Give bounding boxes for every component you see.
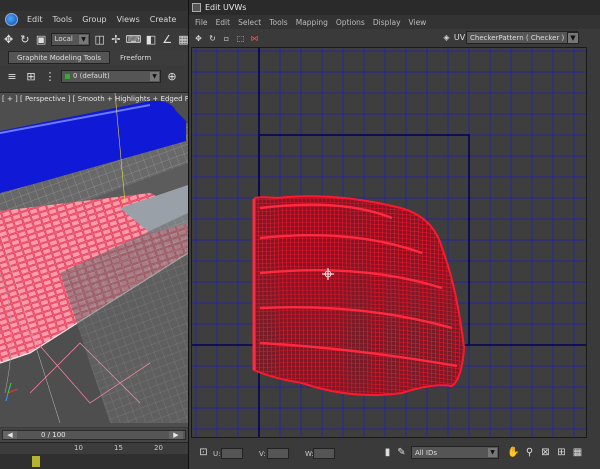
uvw-menu-options[interactable]: Options [332, 18, 369, 27]
edit-uvws-titlebar[interactable]: Edit UVWs [189, 0, 600, 15]
edit-uvws-title: Edit UVWs [205, 3, 247, 12]
uvw-menu-file[interactable]: File [191, 18, 212, 27]
next-frame-icon[interactable]: ▶ [169, 431, 183, 439]
chevron-down-icon: ▼ [150, 71, 159, 81]
time-slider[interactable]: ◀ 0 / 100 ▶ [2, 430, 186, 440]
texture-select-value: CheckerPattern ( Checker ) [470, 33, 565, 42]
v-label: V: [259, 450, 266, 458]
statusbar [0, 454, 188, 469]
main-toolbar: ✥ ↻ ▣ Local ▼ ◫ ✢ ⌨ ◧ ∠ ▦ [0, 28, 190, 50]
u-label: U: [213, 450, 221, 458]
layer-select[interactable]: 0 (default) ▼ [61, 69, 161, 83]
menu-create[interactable]: Create [145, 15, 182, 24]
viewport-label[interactable]: [ + ] [ Perspective ] [ Smooth + Highlig… [2, 95, 188, 103]
arrange-icon[interactable]: ⋮ [42, 68, 58, 84]
rotate-icon[interactable]: ↻ [18, 31, 31, 47]
ruler-tick: 10 [74, 444, 83, 452]
menu-views[interactable]: Views [112, 15, 145, 24]
snap-toggle-icon[interactable]: ◧ [144, 31, 157, 47]
chevron-down-icon: ▼ [488, 448, 497, 457]
hand-icon[interactable]: ✋ [507, 446, 520, 459]
add-layer-icon[interactable]: ⊕ [164, 68, 180, 84]
menu-tools[interactable]: Tools [48, 15, 78, 24]
chevron-down-icon[interactable]: ▼ [567, 32, 579, 44]
reference-coordinate-value: Local [54, 35, 73, 43]
edit-uvws-toolbar: ✥ ↻ ▫ ⬚ ⋈ ◈ UV CheckerPattern ( Checker … [189, 29, 600, 47]
time-slider-value: 0 / 100 [41, 431, 66, 439]
viewport-scene [0, 93, 188, 427]
absolute-mode-icon[interactable]: ⊡ [197, 446, 210, 459]
menu-group[interactable]: Group [77, 15, 111, 24]
max-titlebar [0, 0, 190, 11]
zoom-region-icon[interactable]: ⊠ [539, 446, 552, 459]
mirror-icon[interactable]: ⋈ [249, 33, 260, 44]
ribbon-tabs: Graphite Modeling Tools Freeform [0, 50, 190, 65]
app-logo-icon[interactable] [0, 11, 22, 28]
timeline: ◀ 0 / 100 ▶ [0, 428, 188, 442]
angle-snap-icon[interactable]: ∠ [161, 31, 174, 47]
uvw-menu-edit[interactable]: Edit [212, 18, 235, 27]
uv-editor-canvas[interactable] [191, 47, 587, 438]
uvw-menu-mapping[interactable]: Mapping [292, 18, 332, 27]
tab-freeform[interactable]: Freeform [112, 51, 159, 64]
v-coordinate-field[interactable] [267, 448, 289, 459]
material-id-select[interactable]: All IDs ▼ [411, 446, 499, 459]
scale-icon[interactable]: ▣ [34, 31, 47, 47]
reference-coordinate-select[interactable]: Local ▼ [50, 32, 91, 46]
tab-graphite-modeling-tools[interactable]: Graphite Modeling Tools [8, 51, 111, 64]
uv-editor-view [192, 48, 586, 437]
layer-row: ≡ ⊞ ⋮ 0 (default) ▼ ⊕ [0, 65, 190, 87]
uv-editor-scrollbar[interactable] [587, 47, 600, 438]
ruler-tick: 15 [114, 444, 123, 452]
uvw-menu-view[interactable]: View [405, 18, 431, 27]
pivot-icon[interactable]: ◫ [93, 31, 106, 47]
texture-select[interactable]: CheckerPattern ( Checker ) [466, 31, 578, 44]
move-icon[interactable]: ✥ [193, 33, 204, 44]
uvw-menu-select[interactable]: Select [234, 18, 265, 27]
zoom-extents-icon[interactable]: ⊞ [555, 446, 568, 459]
select-and-manipulate-icon[interactable]: ✢ [109, 31, 122, 47]
grid-snap-icon[interactable]: ▦ [571, 446, 584, 459]
timeline-ruler: 10 15 20 [0, 442, 188, 454]
checker-options-icon[interactable]: ◈ [441, 32, 452, 43]
layer-visible-icon [65, 73, 70, 79]
layers-icon[interactable]: ≡ [4, 68, 20, 84]
lock-selection-icon[interactable]: ▮ [381, 446, 394, 459]
layer-manager-icon[interactable]: ⊞ [23, 68, 39, 84]
keyboard-shortcut-icon[interactable]: ⌨ [125, 31, 141, 47]
freeform-icon[interactable]: ⬚ [235, 33, 246, 44]
scale-icon[interactable]: ▫ [221, 33, 232, 44]
window-icon [192, 3, 201, 12]
edit-uvws-bottom-toolbar: ⊡ U: V: W: ▮ ✎ All IDs ▼ ✋ ⚲ ⊠ ⊞ ▦ [189, 438, 600, 469]
prev-frame-icon[interactable]: ◀ [3, 431, 17, 439]
move-icon[interactable]: ✥ [2, 31, 15, 47]
chevron-down-icon: ▼ [79, 34, 89, 44]
edit-uvws-menubar: File Edit Select Tools Mapping Options D… [189, 15, 600, 29]
u-coordinate-field[interactable] [221, 448, 243, 459]
uvw-menu-display[interactable]: Display [369, 18, 405, 27]
layer-value: 0 (default) [73, 72, 110, 80]
rotate-icon[interactable]: ↻ [207, 33, 218, 44]
menu-edit[interactable]: Edit [22, 15, 48, 24]
material-id-value: All IDs [415, 448, 438, 457]
status-indicator [32, 456, 40, 467]
uvw-menu-tools[interactable]: Tools [265, 18, 291, 27]
perspective-viewport[interactable]: [ + ] [ Perspective ] [ Smooth + Highlig… [0, 92, 188, 427]
paint-select-icon[interactable]: ✎ [395, 446, 408, 459]
max-menubar: Edit Tools Group Views Create [0, 11, 190, 28]
uv-channel-icon[interactable]: UV [454, 32, 465, 43]
ruler-tick: 20 [154, 444, 163, 452]
edit-uvws-window: Edit UVWs File Edit Select Tools Mapping… [188, 0, 600, 469]
magnifier-icon[interactable]: ⚲ [523, 446, 536, 459]
w-coordinate-field[interactable] [313, 448, 335, 459]
